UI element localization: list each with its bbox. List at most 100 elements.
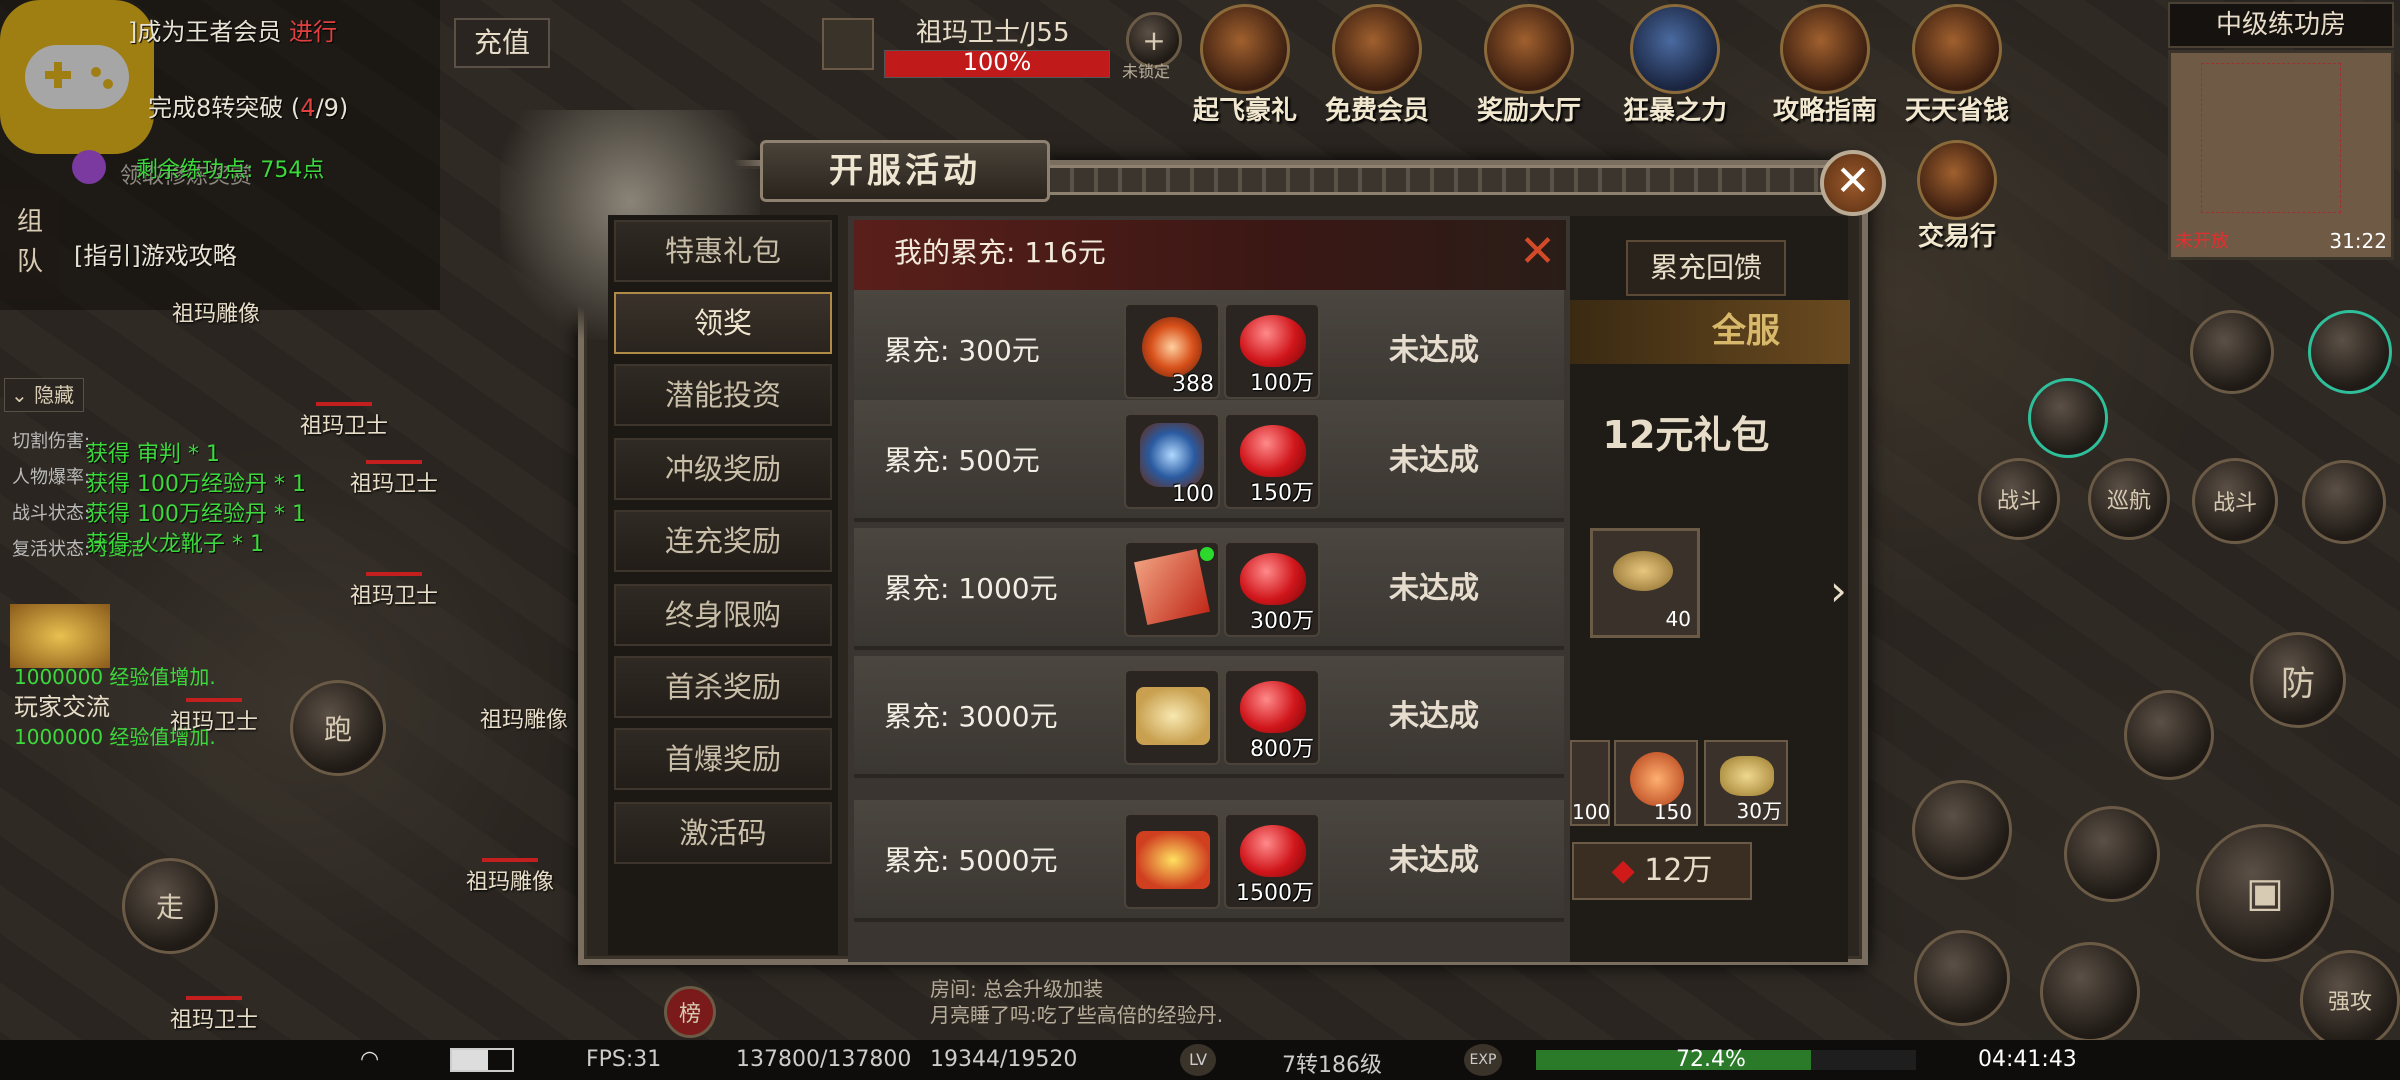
clock: 04:41:43 <box>1978 1047 2077 1072</box>
auto-cruise-button[interactable]: 巡航 <box>2088 458 2170 540</box>
close-button[interactable]: ✕ <box>1820 150 1886 216</box>
reward-item[interactable]: 100 <box>1124 413 1220 509</box>
npc-label[interactable]: 祖玛卫士 <box>350 572 438 610</box>
reward-gem[interactable]: 300万 <box>1224 541 1320 637</box>
gift-item[interactable]: 150 <box>1614 740 1698 826</box>
reward-item[interactable] <box>1124 813 1220 909</box>
target-hp-text: 100% <box>962 48 1032 76</box>
quest-guide[interactable]: [指引]游戏攻略 <box>74 236 237 271</box>
gift-title: 12元礼包 <box>1602 413 1770 457</box>
battery-icon <box>450 1048 514 1072</box>
gift-item[interactable]: 100 <box>1570 740 1610 826</box>
walk-button[interactable]: 走 <box>122 858 218 954</box>
red-gem-icon <box>1240 825 1306 877</box>
reward-gem[interactable]: 1500万 <box>1224 813 1320 909</box>
tab-first-drop[interactable]: 首爆奖励 <box>614 728 832 790</box>
top-icon-trading[interactable]: 交易行 <box>1902 140 2012 253</box>
skill-button[interactable] <box>2302 460 2386 544</box>
gift-main-item[interactable]: 40 <box>1590 528 1700 638</box>
recharge-button[interactable]: 充值 <box>454 18 550 68</box>
loot-log: 获得 审判 * 1 获得 100万经验丹 * 1 获得 100万经验丹 * 1 获得 … <box>86 442 306 557</box>
tab-level-reward[interactable]: 冲级奖励 <box>614 438 832 500</box>
battle-mode-button[interactable]: 战斗 <box>1978 458 2060 540</box>
reward-item[interactable]: 388 <box>1124 303 1220 399</box>
gift-item[interactable]: 30万 <box>1704 740 1788 826</box>
skill-button[interactable] <box>2124 690 2214 780</box>
tab-activation-code[interactable]: 激活码 <box>614 802 832 864</box>
quest-1[interactable]: ]成为王者会员 进行 <box>128 12 337 47</box>
scroll-item-icon[interactable] <box>10 604 110 668</box>
treasure-chest-icon <box>1484 4 1574 94</box>
tab-consecutive-recharge[interactable]: 连充奖励 <box>614 510 832 572</box>
battle-button[interactable]: 战斗 <box>2192 458 2278 544</box>
team-tab[interactable]: 组 队 <box>0 190 60 300</box>
red-gem-icon <box>1240 315 1306 367</box>
trade-icon <box>1917 140 1997 220</box>
reward-item[interactable] <box>1124 541 1220 637</box>
red-gem-icon <box>1240 425 1306 477</box>
minimap[interactable]: 未开放 31:22 <box>2168 50 2394 260</box>
header-close-icon[interactable]: ✕ <box>1519 224 1556 280</box>
wifi-icon: ◠ <box>360 1047 380 1072</box>
reward-row: 累充: 300元 388 100万 未达成 <box>854 290 1564 412</box>
red-book-icon <box>1134 549 1210 625</box>
gift-price-button[interactable]: ◆ 12万 <box>1572 842 1752 900</box>
npc-label[interactable]: 祖玛卫士 <box>170 996 258 1034</box>
reward-row: 累充: 3000元 800万 未达成 <box>854 656 1564 778</box>
skill-button[interactable] <box>1912 780 2012 880</box>
skill-button[interactable] <box>2190 310 2274 394</box>
recharge-feedback-tab[interactable]: 累充回馈 <box>1626 240 1786 296</box>
run-button[interactable]: 跑 <box>290 680 386 776</box>
top-icon-free-vip[interactable]: 免费会员 <box>1322 4 1432 127</box>
skill-button[interactable] <box>1914 930 2010 1026</box>
tab-potential-invest[interactable]: 潜能投资 <box>614 364 832 426</box>
strong-attack-button[interactable]: 强攻 <box>2300 950 2400 1050</box>
skill-button[interactable] <box>2028 378 2108 458</box>
main-attack-button[interactable]: ▣ <box>2196 824 2334 962</box>
skill-button[interactable] <box>2308 310 2392 394</box>
next-arrow-icon[interactable]: › <box>1830 566 1850 626</box>
npc-label[interactable]: 祖玛卫士 <box>300 402 388 440</box>
tab-lifetime-purchase[interactable]: 终身限购 <box>614 584 832 646</box>
map-scroll-icon <box>1136 687 1210 745</box>
status-not-reached: 未达成 <box>1389 333 1479 368</box>
reward-gem[interactable]: 150万 <box>1224 413 1320 509</box>
tab-special-gift[interactable]: 特惠礼包 <box>614 220 832 282</box>
npc-label[interactable]: 祖玛卫士 <box>170 698 258 736</box>
npc-label[interactable]: 祖玛雕像 <box>172 296 260 328</box>
reward-gem[interactable]: 100万 <box>1224 303 1320 399</box>
coin-bag-icon <box>1200 4 1290 94</box>
hide-button[interactable]: ⌄ 隐藏 <box>4 378 84 412</box>
gift-chest-icon <box>1912 4 2002 94</box>
reward-gem[interactable]: 800万 <box>1224 669 1320 765</box>
red-scroll-icon <box>1136 831 1210 889</box>
top-icon-takeoff[interactable]: 起飞豪礼 <box>1190 4 1300 127</box>
rage-sword-icon <box>1630 4 1720 94</box>
level-badge: LV <box>1180 1044 1216 1076</box>
top-icon-guide[interactable]: 攻略指南 <box>1770 4 1880 127</box>
top-icon-reward-hall[interactable]: 奖励大厅 <box>1474 4 1584 127</box>
server-banner: 全服 <box>1570 300 1850 364</box>
rank-button[interactable]: 榜 <box>664 986 716 1038</box>
quest-3[interactable]: 剩余练功点: 754点 <box>136 152 324 184</box>
npc-label[interactable]: 祖玛卫士 <box>350 460 438 498</box>
target-name: 祖玛卫士/J55 <box>916 18 1070 48</box>
red-gem-icon <box>1240 681 1306 733</box>
defend-button[interactable]: 防 <box>2250 632 2346 728</box>
skill-button[interactable] <box>2064 806 2160 902</box>
reward-row: 累充: 5000元 1500万 未达成 <box>854 800 1564 922</box>
status-not-reached: 未达成 <box>1389 571 1479 606</box>
npc-label[interactable]: 祖玛雕像 <box>480 702 568 734</box>
reward-row: 累充: 1000元 300万 未达成 <box>854 528 1564 650</box>
tab-claim-reward[interactable]: 领奖 <box>614 292 832 354</box>
tab-first-kill[interactable]: 首杀奖励 <box>614 656 832 718</box>
top-icon-save-money[interactable]: 天天省钱 <box>1902 4 2012 127</box>
skill-button[interactable] <box>2040 942 2140 1042</box>
map-name: 中级练功房 <box>2168 2 2394 48</box>
top-icon-rage[interactable]: 狂暴之力 <box>1620 4 1730 127</box>
reward-item[interactable] <box>1124 669 1220 765</box>
gold-ingot-icon <box>1720 756 1774 796</box>
quest-2[interactable]: 完成8转突破 (4/9) <box>148 88 348 123</box>
crown-icon <box>1332 4 1422 94</box>
npc-label[interactable]: 祖玛雕像 <box>466 858 554 896</box>
